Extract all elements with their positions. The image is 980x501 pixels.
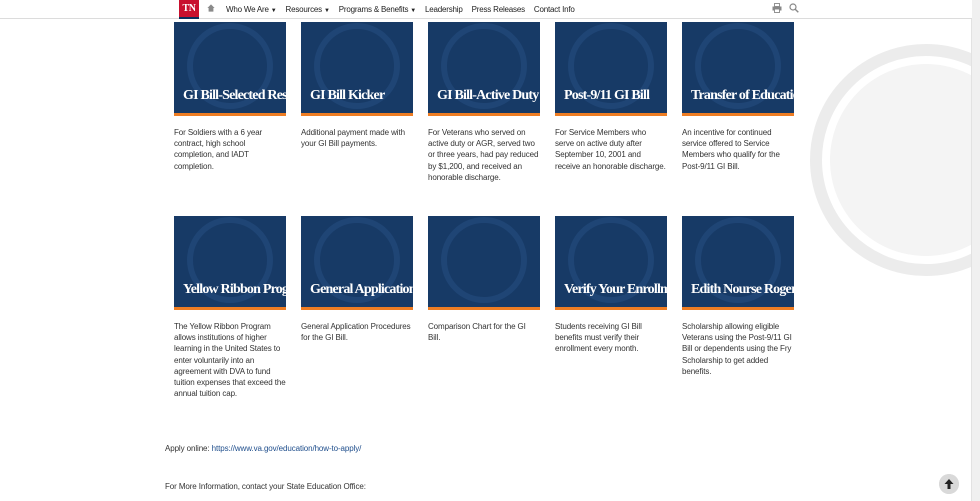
card-post-911-gi-bill[interactable]: Post-9/11 GI Bill For Service Members wh… — [555, 22, 667, 172]
apply-online-link[interactable]: https://www.va.gov/education/how-to-appl… — [212, 444, 362, 453]
card-image[interactable]: Post-9/11 GI Bill — [555, 22, 667, 116]
caret-down-icon: ▼ — [323, 7, 330, 14]
card-verify-your-enrollment[interactable]: Verify Your Enrollment Students receivin… — [555, 216, 667, 355]
card-title: Transfer of Education Benefits — [691, 88, 794, 103]
caret-down-icon: ▼ — [410, 7, 417, 14]
card-gi-bill-kicker[interactable]: GI Bill Kicker Additional payment made w… — [301, 22, 413, 149]
card-description: An incentive for continued service offer… — [682, 128, 780, 171]
card-image[interactable]: GI Bill-Active Duty — [428, 22, 540, 116]
card-gi-bill-active-duty[interactable]: GI Bill-Active Duty For Veterans who ser… — [428, 22, 540, 183]
card-image[interactable]: Edith Nourse Rogers STEM — [682, 216, 794, 310]
card-title: Post-9/11 GI Bill — [564, 88, 650, 103]
nav-item-resources[interactable]: Resources ▼ — [282, 5, 334, 14]
card-title: Edith Nourse Rogers STEM — [691, 282, 794, 297]
nav-item-leadership[interactable]: Leadership — [421, 5, 467, 14]
card-image[interactable]: Yellow Ribbon Program — [174, 216, 286, 310]
scrollbar[interactable] — [971, 0, 980, 501]
nav-item-label: Programs & Benefits — [338, 4, 409, 14]
card-image[interactable] — [428, 216, 540, 310]
caret-down-icon: ▼ — [270, 7, 277, 14]
card-title: General Application Procedures — [310, 282, 413, 297]
nav-item-label: Who We Are — [226, 4, 269, 14]
card-general-application-procedures[interactable]: General Application Procedures General A… — [301, 216, 413, 343]
card-comparison-chart[interactable]: Comparison Chart for the GI Bill. — [428, 216, 540, 343]
card-image[interactable]: Transfer of Education Benefits — [682, 22, 794, 116]
card-transfer-of-education-benefits[interactable]: Transfer of Education Benefits An incent… — [682, 22, 794, 172]
top-nav: TN Who We Are ▼ Resources ▼ Programs & Ben… — [0, 0, 972, 19]
card-edith-nourse-rogers-stem[interactable]: Edith Nourse Rogers STEM Scholarship all… — [682, 216, 794, 377]
tristar-background-icon — [441, 217, 527, 303]
card-image[interactable]: General Application Procedures — [301, 216, 413, 310]
nav-item-who-we-are[interactable]: Who We Are ▼ — [222, 5, 281, 14]
card-image[interactable]: GI Bill-Selected Reserve — [174, 22, 286, 116]
card-description: For Service Members who serve on active … — [555, 128, 666, 171]
apply-online-line: Apply online: https://www.va.gov/educati… — [165, 444, 361, 453]
nav-menu: Who We Are ▼ Resources ▼ Programs & Benefi… — [222, 0, 580, 18]
card-description: General Application Procedures for the G… — [301, 322, 411, 343]
card-title: Verify Your Enrollment — [564, 282, 667, 297]
nav-item-label: Resources — [285, 4, 323, 14]
nav-item-programs-benefits[interactable]: Programs & Benefits ▼ — [335, 5, 420, 14]
card-description: For Soldiers with a 6 year contract, hig… — [174, 128, 263, 171]
card-description: Students receiving GI Bill benefits must… — [555, 322, 642, 354]
card-image[interactable]: GI Bill Kicker — [301, 22, 413, 116]
card-title: Yellow Ribbon Program — [183, 282, 286, 297]
search-icon[interactable] — [789, 3, 799, 13]
back-to-top-button[interactable] — [939, 474, 959, 494]
card-title: GI Bill-Active Duty — [437, 88, 539, 103]
card-description: The Yellow Ribbon Program allows institu… — [174, 322, 286, 399]
card-gi-bill-selected-reserve[interactable]: GI Bill-Selected Reserve For Soldiers wi… — [174, 22, 286, 172]
card-description: Scholarship allowing eligible Veterans u… — [682, 322, 792, 376]
card-description: For Veterans who served on active duty o… — [428, 128, 539, 182]
nav-item-press-releases[interactable]: Press Releases — [468, 5, 529, 14]
page: TN Who We Are ▼ Resources ▼ Programs & Ben… — [0, 0, 972, 501]
card-title: GI Bill Kicker — [310, 88, 385, 103]
card-image[interactable]: Verify Your Enrollment — [555, 216, 667, 310]
home-icon[interactable] — [207, 4, 215, 12]
card-description: Additional payment made with your GI Bil… — [301, 128, 405, 149]
tristar-watermark-icon — [810, 44, 972, 276]
more-info-text: For More Information, contact your State… — [165, 482, 366, 491]
apply-online-label: Apply online: — [165, 444, 210, 453]
tn-logo[interactable]: TN — [179, 0, 199, 19]
print-icon[interactable] — [772, 3, 782, 13]
card-title: GI Bill-Selected Reserve — [183, 88, 286, 103]
card-description: Comparison Chart for the GI Bill. — [428, 322, 526, 343]
nav-item-contact-info[interactable]: Contact Info — [530, 5, 579, 14]
card-yellow-ribbon-program[interactable]: Yellow Ribbon Program The Yellow Ribbon … — [174, 216, 286, 399]
